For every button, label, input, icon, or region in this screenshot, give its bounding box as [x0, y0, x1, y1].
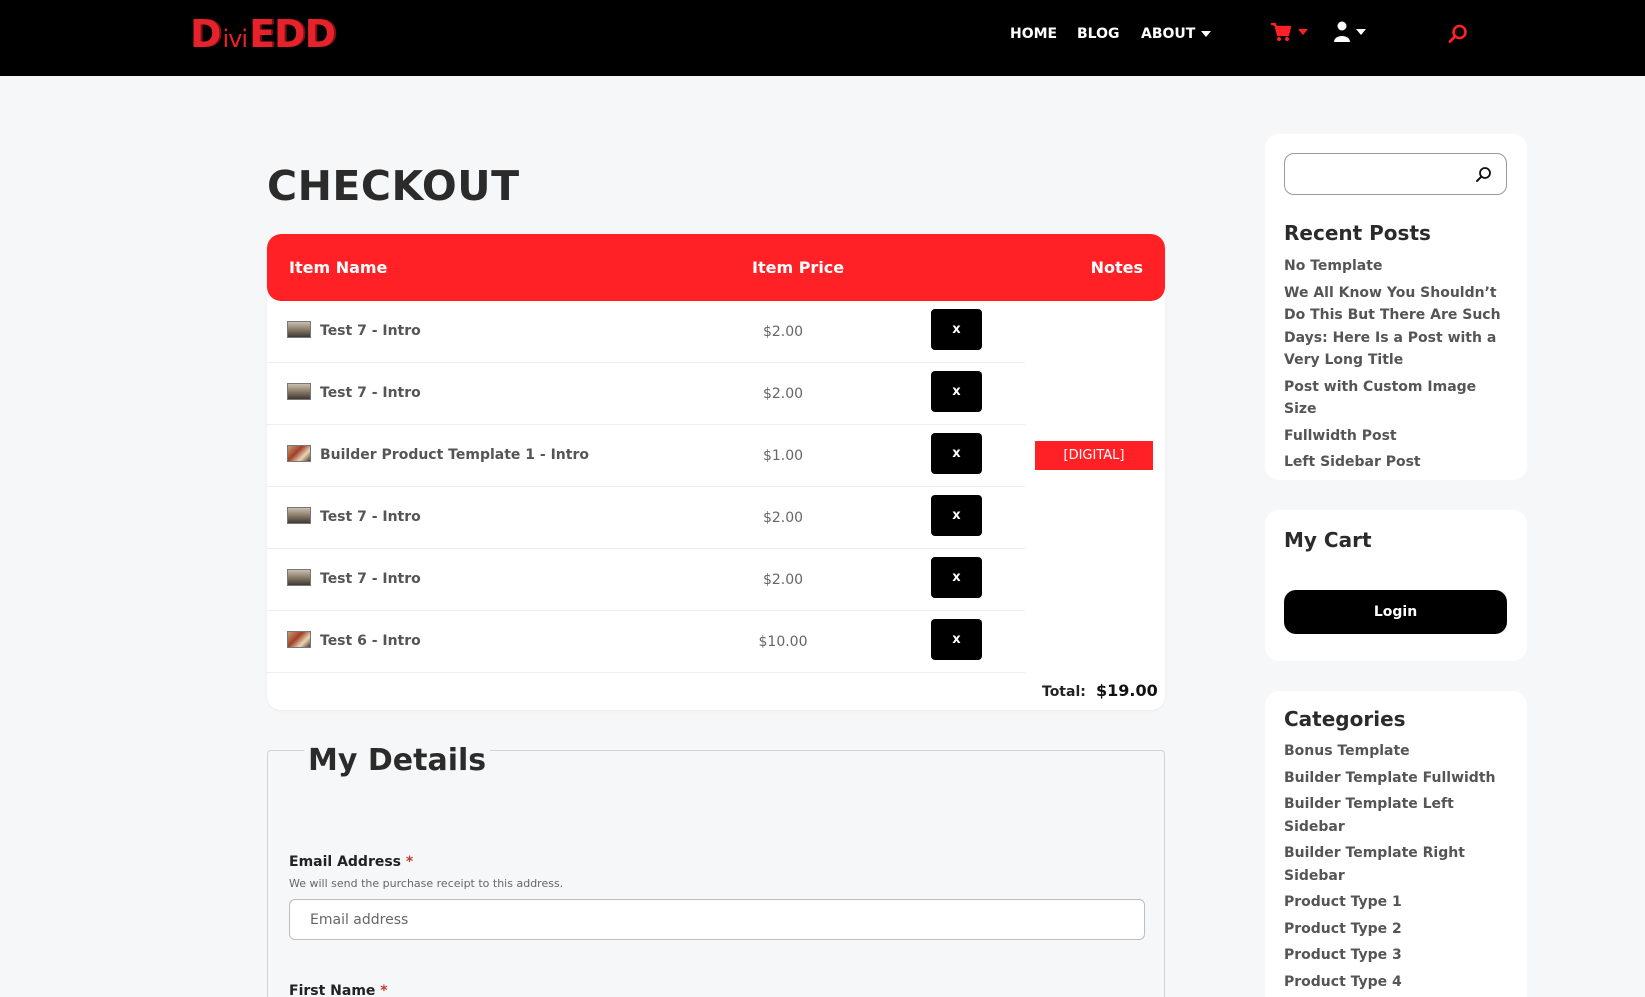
category-link[interactable]: Product Type 2	[1284, 918, 1509, 941]
column-header-notes: Notes	[1090, 258, 1143, 277]
my-cart-title: My Cart	[1284, 528, 1372, 552]
column-header-item-name: Item Name	[289, 258, 388, 277]
recent-post-link[interactable]: Fullwidth Post	[1284, 425, 1509, 448]
cart-menu[interactable]	[1270, 22, 1308, 42]
remove-item-button[interactable]: x	[931, 371, 982, 412]
product-thumbnail[interactable]	[287, 569, 311, 586]
item-name[interactable]: Test 6 - Intro	[320, 633, 421, 649]
nav-about-label: ABOUT	[1141, 26, 1196, 42]
table-row: Test 7 - Intro $2.00 x	[267, 549, 1025, 611]
digital-note-badge: [DIGITAL]	[1035, 441, 1153, 470]
item-name[interactable]: Test 7 - Intro	[320, 323, 421, 339]
categories-widget: Categories Bonus Template Builder Templa…	[1265, 691, 1527, 997]
table-row: Test 7 - Intro $2.00 x	[267, 363, 1025, 425]
recent-post-link[interactable]: We All Know You Shouldn’t Do This But Th…	[1284, 282, 1509, 372]
item-price: $1.00	[762, 448, 804, 464]
product-thumbnail[interactable]	[287, 507, 311, 524]
search-icon[interactable]	[1475, 166, 1492, 183]
cart-icon	[1271, 22, 1292, 41]
first-name-label-text: First Name	[289, 983, 376, 997]
my-details-fieldset: My Details Email Address * We will send …	[267, 743, 1165, 997]
category-link[interactable]: Product Type 4	[1284, 971, 1509, 994]
recent-post-link[interactable]: No Template	[1284, 255, 1509, 278]
sidebar-search	[1284, 153, 1507, 195]
item-price: $2.00	[762, 572, 804, 588]
remove-item-button[interactable]: x	[931, 619, 982, 660]
recent-post-link[interactable]: Left Sidebar Post	[1284, 451, 1509, 474]
logo-text-edd: EDD	[249, 12, 336, 56]
chevron-down-icon	[1298, 29, 1308, 35]
table-row: Test 7 - Intro $2.00 x	[267, 301, 1025, 363]
logo-text-divi-rest: ivi	[222, 25, 249, 53]
email-help-text: We will send the purchase receipt to thi…	[289, 877, 564, 890]
item-price: $2.00	[762, 510, 804, 526]
nav-home[interactable]: HOME	[1010, 26, 1057, 42]
email-label: Email Address *	[289, 854, 413, 870]
search-icon	[1448, 24, 1467, 43]
table-row: Test 6 - Intro $10.00 x	[267, 611, 1025, 673]
categories-list: Bonus Template Builder Template Fullwidt…	[1284, 740, 1509, 997]
email-label-text: Email Address	[289, 854, 402, 870]
header-search-button[interactable]	[1448, 24, 1468, 44]
categories-title: Categories	[1284, 707, 1406, 731]
user-icon	[1334, 21, 1350, 42]
logo-text-divi-d: D	[190, 12, 222, 56]
category-link[interactable]: Builder Template Left Sidebar	[1284, 793, 1509, 838]
nav-about[interactable]: ABOUT	[1141, 26, 1212, 42]
column-header-item-price: Item Price	[752, 258, 845, 277]
remove-item-button[interactable]: x	[931, 495, 982, 536]
product-thumbnail[interactable]	[287, 445, 311, 462]
category-link[interactable]: Product Type 3	[1284, 944, 1509, 967]
remove-item-button[interactable]: x	[931, 433, 982, 474]
total-label: Total:	[1042, 684, 1086, 700]
item-price: $2.00	[762, 386, 804, 402]
table-row: Builder Product Template 1 - Intro $1.00…	[267, 425, 1025, 487]
recent-posts-list: No Template We All Know You Shouldn’t Do…	[1284, 255, 1509, 478]
chevron-down-icon	[1356, 29, 1366, 35]
cart-table-header: Item Name Item Price Notes	[267, 234, 1165, 301]
recent-posts-title: Recent Posts	[1284, 221, 1431, 245]
recent-posts-widget: Recent Posts No Template We All Know You…	[1265, 134, 1527, 480]
category-link[interactable]: Builder Template Right Sidebar	[1284, 842, 1509, 887]
item-price: $10.00	[758, 634, 808, 650]
item-name[interactable]: Test 7 - Intro	[320, 385, 421, 401]
email-field[interactable]	[289, 899, 1145, 940]
required-mark: *	[405, 854, 414, 870]
my-details-title: My Details	[304, 743, 491, 778]
user-menu[interactable]	[1334, 21, 1366, 43]
table-row: Test 7 - Intro $2.00 x	[267, 487, 1025, 549]
recent-post-link[interactable]: Post with Custom Image Size	[1284, 376, 1509, 421]
category-link[interactable]: Builder Template Fullwidth	[1284, 767, 1509, 790]
login-button[interactable]: Login	[1284, 590, 1507, 634]
nav-blog[interactable]: BLOG	[1077, 26, 1120, 42]
product-thumbnail[interactable]	[287, 631, 311, 648]
remove-item-button[interactable]: x	[931, 309, 982, 350]
item-name[interactable]: Test 7 - Intro	[320, 509, 421, 525]
my-cart-widget: My Cart Login	[1265, 510, 1527, 661]
page-title: CHECKOUT	[267, 162, 520, 210]
category-link[interactable]: Product Type 1	[1284, 891, 1509, 914]
search-input[interactable]	[1285, 154, 1465, 194]
item-name[interactable]: Test 7 - Intro	[320, 571, 421, 587]
item-name[interactable]: Builder Product Template 1 - Intro	[320, 447, 589, 463]
checkout-cart-table: Item Name Item Price Notes Test 7 - Intr…	[267, 234, 1165, 710]
product-thumbnail[interactable]	[287, 383, 311, 400]
site-logo[interactable]: D ivi EDD	[190, 12, 336, 56]
item-price: $2.00	[762, 324, 804, 340]
category-link[interactable]: Bonus Template	[1284, 740, 1509, 763]
total-value: $19.00	[1096, 681, 1158, 700]
chevron-down-icon	[1201, 31, 1212, 37]
remove-item-button[interactable]: x	[931, 557, 982, 598]
product-thumbnail[interactable]	[287, 321, 311, 338]
top-navigation-bar: D ivi EDD HOME BLOG ABOUT	[0, 0, 1645, 76]
required-mark: *	[380, 983, 388, 997]
first-name-label: First Name *	[289, 983, 388, 997]
